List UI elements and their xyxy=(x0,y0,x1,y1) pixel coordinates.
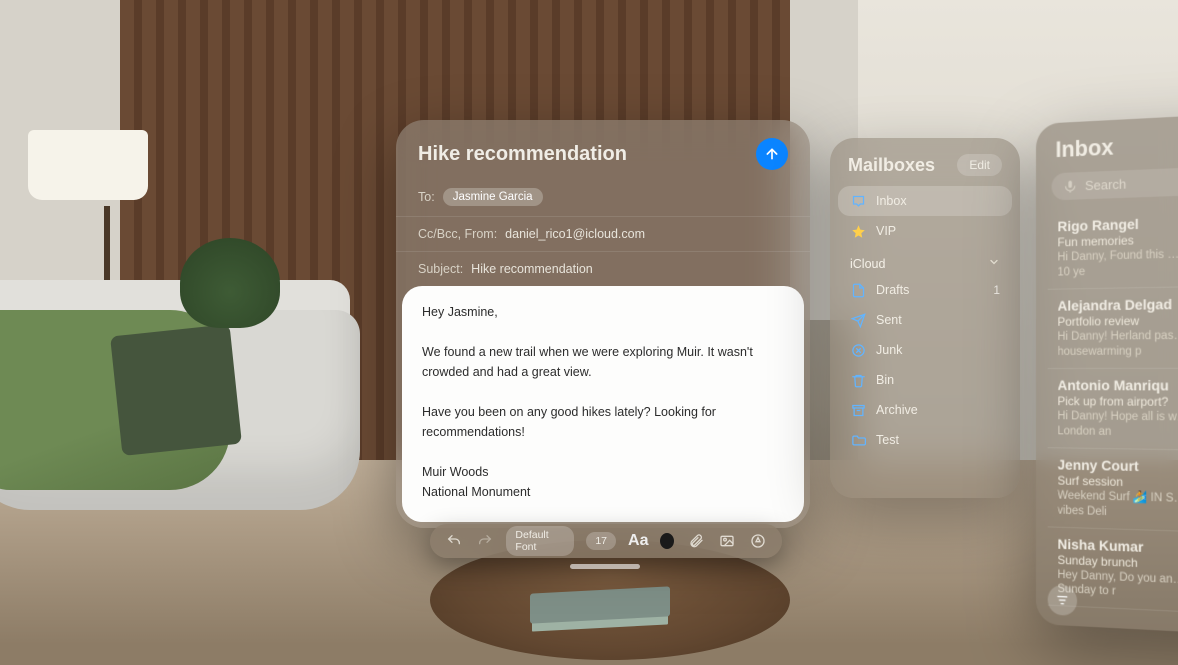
inbox-panel: Inbox Search Rigo RangelFun memoriesHi D… xyxy=(1036,110,1178,638)
mailbox-count: 1 xyxy=(993,283,1000,297)
font-size-button[interactable]: 17 xyxy=(586,532,616,550)
mailbox-item-inbox[interactable]: Inbox xyxy=(838,186,1012,216)
filter-button[interactable] xyxy=(1048,585,1077,617)
plant xyxy=(180,238,280,328)
paperclip-icon xyxy=(688,533,704,549)
mailbox-item-drafts[interactable]: Drafts 1 xyxy=(838,275,1012,305)
subject-row[interactable]: Subject: Hike recommendation xyxy=(396,252,810,286)
window-grabber[interactable] xyxy=(570,564,640,569)
message-preview: Hi Danny! Herland pas… at his housewarmi… xyxy=(1057,328,1178,360)
mailbox-item-vip[interactable]: VIP xyxy=(838,216,1012,246)
message-sender: Alejandra Delgad xyxy=(1057,294,1178,314)
message-preview: Hi Danny, Found this … believe it's been… xyxy=(1057,245,1178,281)
mailbox-label: Sent xyxy=(876,313,902,327)
filter-icon xyxy=(1055,593,1069,608)
send-icon xyxy=(850,312,866,328)
star-icon xyxy=(850,223,866,239)
markup-icon xyxy=(750,533,766,549)
archive-icon xyxy=(850,402,866,418)
edit-button[interactable]: Edit xyxy=(957,154,1002,176)
mailbox-item-test[interactable]: Test xyxy=(838,425,1012,455)
junk-icon xyxy=(850,342,866,358)
message-preview: Weekend Surf 🏄 IN S… waves Chill vibes D… xyxy=(1057,488,1178,525)
mailbox-label: Test xyxy=(876,433,899,447)
message-subject: Portfolio review xyxy=(1057,312,1178,329)
mailbox-label: VIP xyxy=(876,224,896,238)
mailbox-item-bin[interactable]: Bin xyxy=(838,365,1012,395)
account-section-header[interactable]: iCloud xyxy=(838,246,1012,275)
mailbox-label: Inbox xyxy=(876,194,907,208)
compose-title: Hike recommendation xyxy=(418,143,627,166)
doc-icon xyxy=(850,282,866,298)
color-swatch-button[interactable] xyxy=(660,533,674,549)
mailbox-label: Archive xyxy=(876,403,918,417)
mailbox-label: Drafts xyxy=(876,283,909,297)
cc-from-label: Cc/Bcc, From: xyxy=(418,227,497,241)
redo-icon xyxy=(477,533,493,549)
message-item[interactable]: Rigo RangelFun memoriesHi Danny, Found t… xyxy=(1048,202,1178,289)
to-field-row[interactable]: To: Jasmine Garcia xyxy=(396,178,810,217)
undo-button[interactable] xyxy=(444,530,463,552)
send-button[interactable] xyxy=(756,138,788,170)
subject-label: Subject: xyxy=(418,262,463,276)
mailbox-item-sent[interactable]: Sent xyxy=(838,305,1012,335)
to-label: To: xyxy=(418,190,435,204)
microphone-icon xyxy=(1063,179,1077,194)
message-subject: Pick up from airport? xyxy=(1057,394,1178,410)
message-sender: Antonio Manriqu xyxy=(1057,377,1178,394)
message-item[interactable]: Antonio ManriquPick up from airport?Hi D… xyxy=(1048,368,1178,451)
markup-button[interactable] xyxy=(749,530,768,552)
mailbox-label: Bin xyxy=(876,373,894,387)
compose-body[interactable]: Hey Jasmine, We found a new trail when w… xyxy=(402,286,804,522)
mailbox-label: Junk xyxy=(876,343,902,357)
photo-icon xyxy=(719,533,735,549)
compose-toolbar: Default Font 17 Aa xyxy=(430,524,782,558)
arrow-up-icon xyxy=(764,146,780,162)
from-email: daniel_rico1@icloud.com xyxy=(505,227,645,241)
insert-photo-button[interactable] xyxy=(718,530,737,552)
redo-button[interactable] xyxy=(475,530,494,552)
undo-icon xyxy=(446,533,462,549)
search-placeholder: Search xyxy=(1085,176,1126,193)
inbox-title: Inbox xyxy=(1048,126,1178,172)
trash-icon xyxy=(850,372,866,388)
chevron-down-icon xyxy=(988,256,1000,271)
message-preview: Hi Danny! Hope all is w… home from Londo… xyxy=(1057,409,1178,442)
mailbox-item-junk[interactable]: Junk xyxy=(838,335,1012,365)
pillow xyxy=(110,324,242,456)
subject-value: Hike recommendation xyxy=(471,262,593,276)
mailboxes-title: Mailboxes xyxy=(848,155,935,176)
recipient-chip[interactable]: Jasmine Garcia xyxy=(443,188,543,206)
mailbox-item-archive[interactable]: Archive xyxy=(838,395,1012,425)
mailboxes-panel: Mailboxes Edit Inbox VIP iCloud Drafts 1 Se… xyxy=(830,138,1020,498)
font-family-button[interactable]: Default Font xyxy=(506,526,574,556)
text-format-button[interactable]: Aa xyxy=(628,532,648,550)
inbox-icon xyxy=(850,193,866,209)
cc-from-row[interactable]: Cc/Bcc, From: daniel_rico1@icloud.com xyxy=(396,217,810,252)
message-item[interactable]: Jenny CourtSurf sessionWeekend Surf 🏄 IN… xyxy=(1048,448,1178,535)
compose-window: Hike recommendation To: Jasmine Garcia C… xyxy=(396,120,810,528)
attach-button[interactable] xyxy=(686,530,705,552)
message-sender: Rigo Rangel xyxy=(1057,211,1178,234)
folder-icon xyxy=(850,432,866,448)
message-item[interactable]: Alejandra DelgadPortfolio reviewHi Danny… xyxy=(1048,285,1178,368)
account-name: iCloud xyxy=(850,257,885,271)
